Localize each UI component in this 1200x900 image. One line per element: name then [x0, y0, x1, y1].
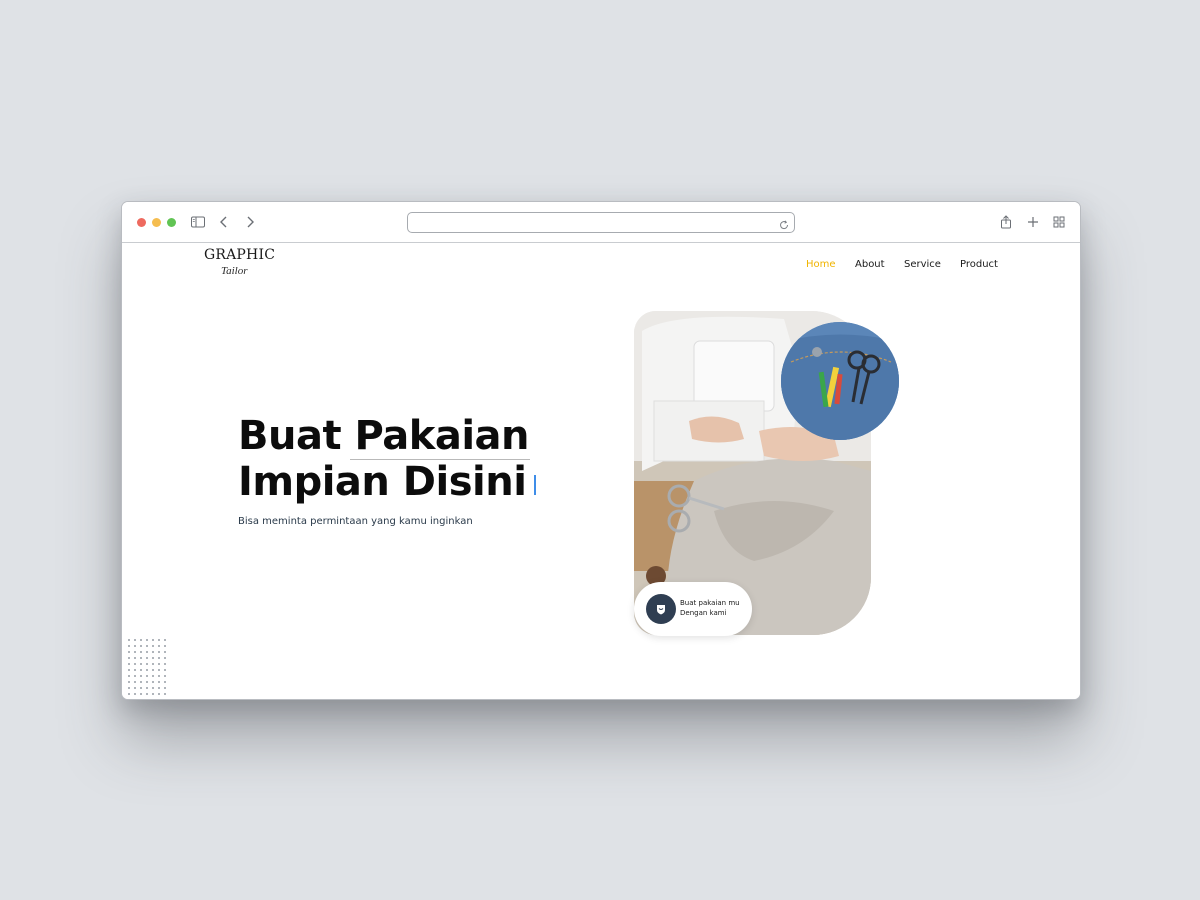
nav-home[interactable]: Home — [806, 259, 836, 270]
headline-line-1: Buat Pakaian — [238, 413, 530, 459]
plus-icon[interactable] — [1025, 214, 1041, 230]
nav-service[interactable]: Service — [904, 259, 941, 270]
typing-cursor — [534, 475, 536, 495]
chevron-left-icon[interactable] — [216, 214, 232, 230]
nav-about[interactable]: About — [855, 259, 885, 270]
web-page: GRAPHIC Tailor Home About Service Produc… — [122, 243, 1080, 699]
maximize-window-button[interactable] — [167, 218, 176, 227]
browser-toolbar — [122, 202, 1080, 243]
minimize-window-button[interactable] — [152, 218, 161, 227]
sidebar-icon[interactable] — [190, 214, 206, 230]
badge-line-1: Buat pakaian mu — [680, 599, 740, 607]
reload-icon[interactable] — [778, 216, 790, 230]
logo-script: Tailor — [221, 265, 248, 277]
headline-underline — [350, 459, 530, 460]
close-window-button[interactable] — [137, 218, 146, 227]
hero-subtitle: Bisa meminta permintaan yang kamu ingink… — [238, 516, 473, 527]
hero-photo-denim-pocket — [781, 322, 899, 440]
browser-window: GRAPHIC Tailor Home About Service Produc… — [121, 201, 1081, 700]
dot-pattern-decoration — [126, 637, 166, 699]
headline-line-2: Impian Disini — [238, 459, 527, 505]
chevron-right-icon[interactable] — [242, 214, 258, 230]
address-bar[interactable] — [407, 212, 795, 233]
badge-line-2: Dengan kami — [680, 609, 727, 617]
shield-icon — [646, 594, 676, 624]
nav-product[interactable]: Product — [960, 259, 998, 270]
grid-icon[interactable] — [1051, 214, 1067, 230]
hero-badge: Buat pakaian mu Dengan kami — [634, 582, 752, 636]
share-icon[interactable] — [998, 214, 1014, 230]
logo-wordmark: GRAPHIC — [204, 247, 276, 263]
